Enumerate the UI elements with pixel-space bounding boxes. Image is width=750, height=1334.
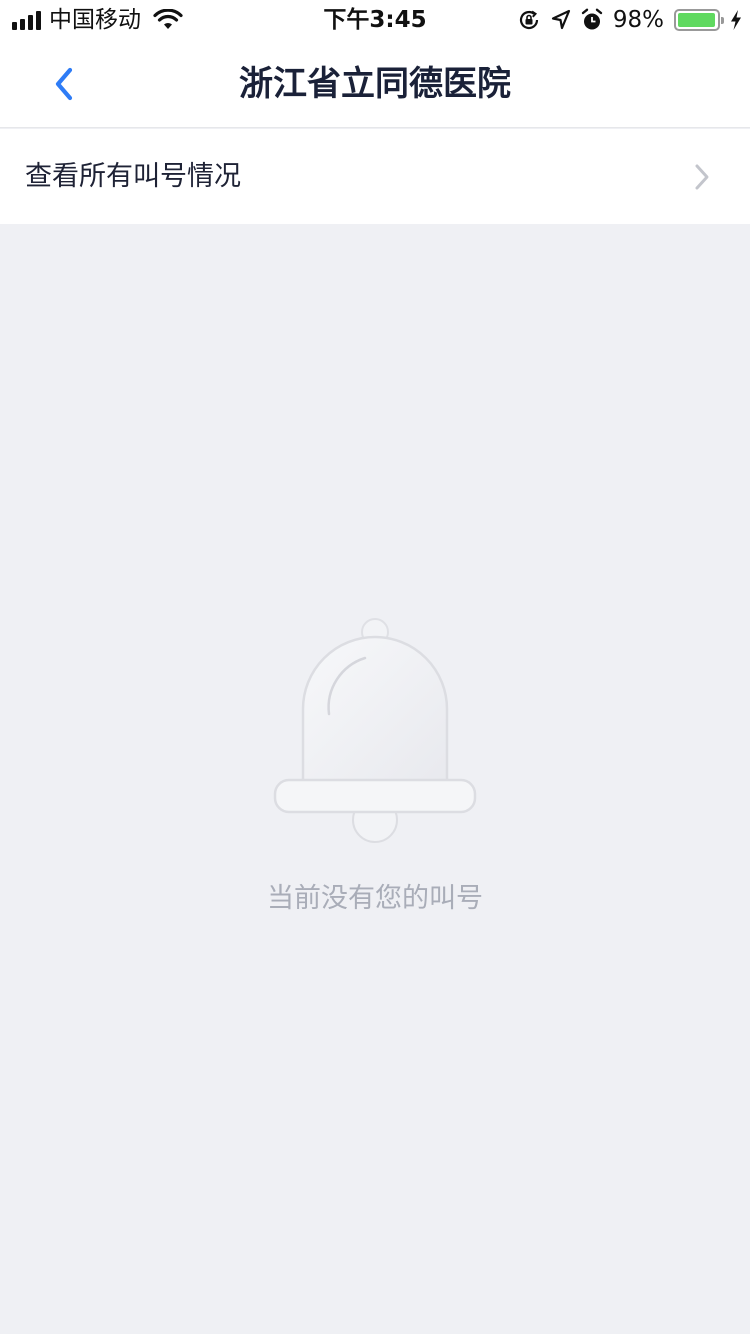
chevron-left-icon bbox=[55, 67, 73, 101]
battery-icon bbox=[674, 9, 724, 31]
status-bar: 中国移动 下午3:45 98% bbox=[0, 0, 750, 40]
back-button[interactable] bbox=[40, 60, 88, 108]
alarm-icon bbox=[581, 8, 603, 30]
chevron-right-icon bbox=[695, 164, 709, 190]
empty-message: 当前没有您的叫号 bbox=[267, 883, 483, 914]
empty-state: 当前没有您的叫号 bbox=[0, 224, 750, 1334]
battery-percent: 98% bbox=[612, 7, 664, 33]
page-title: 浙江省立同德医院 bbox=[239, 64, 511, 104]
location-icon bbox=[551, 9, 570, 30]
charging-icon bbox=[731, 10, 741, 30]
orientation-lock-icon bbox=[519, 10, 538, 30]
view-all-queue-label: 查看所有叫号情况 bbox=[25, 161, 241, 192]
battery-cap bbox=[721, 17, 724, 24]
bell-icon bbox=[273, 618, 477, 843]
status-right: 98% bbox=[517, 6, 742, 34]
view-all-queue-row[interactable]: 查看所有叫号情况 bbox=[0, 129, 750, 224]
battery-level bbox=[678, 13, 716, 27]
navigation-bar: 浙江省立同德医院 bbox=[0, 40, 750, 128]
